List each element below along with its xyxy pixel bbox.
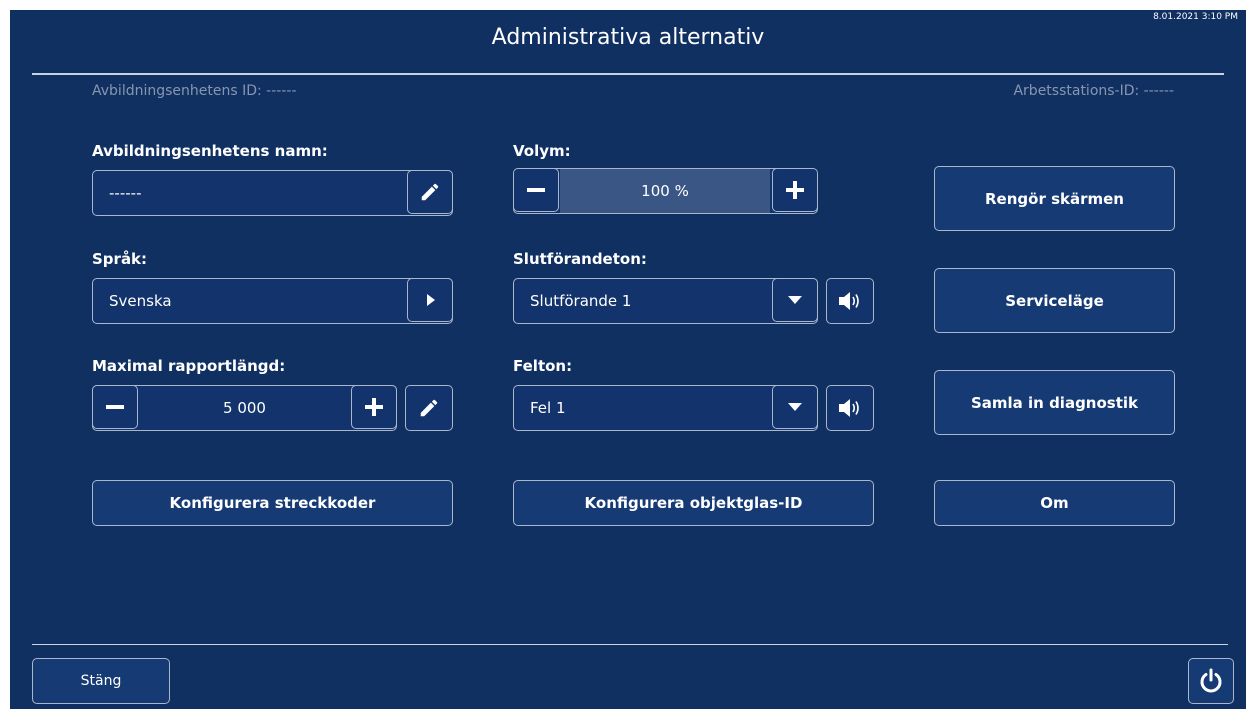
power-icon (1200, 668, 1222, 693)
configure-barcodes-button[interactable]: Konfigurera streckkoder (92, 480, 453, 526)
workstation-id-text: Arbetsstations-ID: ------ (1013, 83, 1174, 99)
decrease-volume-button[interactable] (514, 169, 559, 212)
max-report-length-value: 5 000 (223, 399, 266, 417)
max-report-length-stepper[interactable]: 5 000 (92, 385, 397, 431)
completion-tone-dropdown-button[interactable] (772, 278, 818, 322)
minus-icon (527, 188, 545, 192)
language-value: Svenska (109, 292, 172, 310)
volume-value: 100 % (641, 182, 689, 200)
decrease-report-length-button[interactable] (92, 385, 138, 429)
service-mode-button[interactable]: Serviceläge (934, 268, 1175, 333)
play-arrow-icon (427, 294, 435, 306)
completion-tone-label: Slutförandeton: (513, 250, 647, 268)
datetime: 8.01.2021 3:10 PM (1153, 12, 1238, 22)
chevron-down-icon (788, 403, 802, 411)
play-completion-tone-button[interactable] (826, 278, 874, 324)
footer-divider (32, 644, 1228, 645)
completion-tone-dropdown[interactable]: Slutförande 1 (513, 278, 818, 324)
about-button[interactable]: Om (934, 480, 1175, 526)
configure-slide-id-button[interactable]: Konfigurera objektglas-ID (513, 480, 874, 526)
edit-device-name-button[interactable] (407, 170, 453, 214)
increase-volume-button[interactable] (772, 169, 817, 212)
collect-diagnostics-button[interactable]: Samla in diagnostik (934, 370, 1175, 435)
language-select-button[interactable] (407, 278, 453, 322)
close-button[interactable]: Stäng (32, 658, 170, 704)
device-id-text: Avbildningsenhetens ID: ------ (92, 83, 297, 99)
power-button[interactable] (1188, 658, 1234, 704)
chevron-down-icon (788, 296, 802, 304)
completion-tone-value: Slutförande 1 (530, 292, 632, 310)
device-name-field[interactable]: ------ (92, 170, 453, 216)
plus-icon (786, 181, 804, 199)
language-field[interactable]: Svenska (92, 278, 453, 324)
error-tone-dropdown-button[interactable] (772, 385, 818, 429)
error-tone-value: Fel 1 (530, 399, 566, 417)
speaker-icon (839, 292, 859, 310)
increase-report-length-button[interactable] (351, 385, 397, 429)
pencil-icon (420, 399, 438, 417)
pencil-icon (421, 183, 439, 201)
admin-options-screen: 8.01.2021 3:10 PM Administrativa alterna… (10, 10, 1246, 709)
language-label: Språk: (92, 250, 148, 268)
error-tone-dropdown[interactable]: Fel 1 (513, 385, 818, 431)
max-report-length-label: Maximal rapportlängd: (92, 357, 286, 375)
play-error-tone-button[interactable] (826, 385, 874, 431)
speaker-icon (839, 399, 859, 417)
volume-label: Volym: (513, 142, 571, 160)
device-name-value: ------ (109, 184, 142, 202)
edit-report-length-button[interactable] (405, 385, 453, 431)
minus-icon (106, 405, 124, 409)
volume-stepper[interactable]: 100 % (513, 168, 818, 214)
device-name-label: Avbildningsenhetens namn: (92, 142, 328, 160)
error-tone-label: Felton: (513, 357, 573, 375)
header-divider (32, 73, 1224, 75)
plus-icon (365, 398, 383, 416)
clean-screen-button[interactable]: Rengör skärmen (934, 166, 1175, 231)
page-title: Administrativa alternativ (491, 25, 765, 50)
